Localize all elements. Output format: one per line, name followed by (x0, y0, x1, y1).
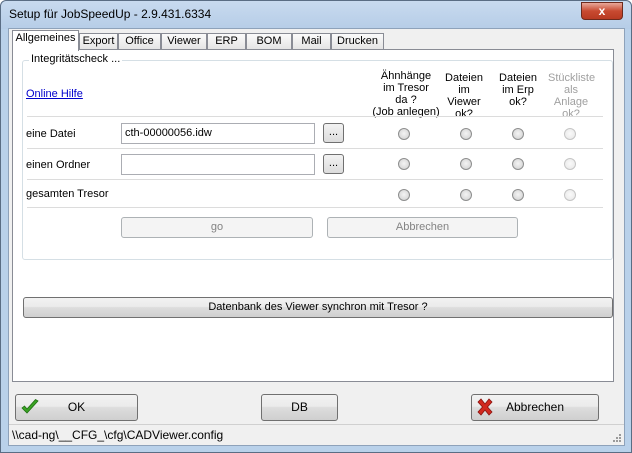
config-path: \\cad-ng\__CFG_\cfg\CADViewer.config (12, 428, 224, 442)
sync-viewer-db-button[interactable]: Datenbank des Viewer synchron mit Tresor… (23, 297, 613, 318)
cancel-button-label: Abbrechen (505, 400, 565, 414)
go-button[interactable]: go (121, 217, 313, 238)
ok-button[interactable]: OK (15, 394, 138, 421)
tab-panel-allgemeines: Integritätscheck ... Online Hilfe Ähnhän… (12, 49, 614, 382)
title-bar[interactable]: Setup für JobSpeedUp - 2.9.431.6334 x (1, 1, 631, 29)
tab-mail[interactable]: Mail (292, 33, 331, 50)
row-separator (27, 148, 603, 149)
db-button-label: DB (291, 400, 308, 414)
ok-button-label: OK (67, 400, 86, 414)
col-head-attachments-text: Ähnhänge im Tresor da ? (Job anlegen) (372, 70, 440, 118)
close-button[interactable]: x (581, 2, 623, 20)
browse-folder-button[interactable]: ... (323, 154, 344, 174)
tab-allgemeines[interactable]: Allgemeines (12, 30, 79, 51)
integrity-check-group: Integritätscheck ... Online Hilfe Ähnhän… (22, 53, 613, 260)
row-separator (27, 207, 603, 208)
col-head-bom: Stückliste als Anlage ok? (548, 72, 596, 120)
col-head-erp: Dateien im Erp ok? (496, 72, 540, 108)
cancel-button[interactable]: Abbrechen (471, 394, 599, 421)
radio-vault-bom (564, 189, 576, 201)
row-separator (27, 116, 603, 117)
col-head-erp-text: Dateien im Erp ok? (499, 72, 537, 108)
tab-bom[interactable]: BOM (246, 33, 292, 50)
tab-office[interactable]: Office (118, 33, 161, 50)
group-label: Integritätscheck ... (29, 53, 123, 65)
radio-vault-attachments[interactable] (398, 189, 410, 201)
radio-file-attachments[interactable] (398, 128, 410, 140)
tab-export[interactable]: Export (79, 33, 118, 50)
col-head-viewer: Dateien im Viewer ok? (444, 72, 484, 120)
folder-input[interactable] (121, 154, 315, 175)
radio-folder-attachments[interactable] (398, 158, 410, 170)
radio-vault-viewer[interactable] (460, 189, 472, 201)
row-separator (27, 179, 603, 180)
tab-viewer[interactable]: Viewer (161, 33, 207, 50)
row-label-folder: einen Ordner (26, 159, 91, 171)
radio-file-erp[interactable] (512, 128, 524, 140)
green-check-icon (21, 398, 39, 414)
window-title: Setup für JobSpeedUp - 2.9.431.6334 (9, 7, 212, 21)
online-help-link[interactable]: Online Hilfe (26, 88, 83, 100)
setup-window: Setup für JobSpeedUp - 2.9.431.6334 x Al… (0, 0, 632, 453)
dialog-client-area: Allgemeines Export Office Viewer ERP BOM… (8, 28, 625, 446)
row-label-file: eine Datei (26, 128, 76, 140)
radio-folder-viewer[interactable] (460, 158, 472, 170)
radio-folder-bom (564, 158, 576, 170)
db-button[interactable]: DB (261, 394, 338, 421)
red-x-icon (477, 398, 493, 416)
col-head-viewer-text: Dateien im Viewer ok? (445, 72, 483, 120)
radio-vault-erp[interactable] (512, 189, 524, 201)
tab-drucken[interactable]: Drucken (331, 33, 384, 50)
browse-file-button[interactable]: ... (323, 123, 344, 143)
radio-folder-erp[interactable] (512, 158, 524, 170)
status-bar: \\cad-ng\__CFG_\cfg\CADViewer.config (9, 424, 624, 445)
col-head-attachments: Ähnhänge im Tresor da ? (Job anlegen) (370, 70, 442, 118)
tab-erp[interactable]: ERP (207, 33, 246, 50)
integrity-cancel-button[interactable]: Abbrechen (327, 217, 518, 238)
row-label-vault: gesamten Tresor (26, 188, 109, 200)
radio-file-viewer[interactable] (460, 128, 472, 140)
radio-file-bom (564, 128, 576, 140)
col-head-bom-text: Stückliste als Anlage ok? (548, 72, 596, 120)
resize-grip-icon[interactable] (612, 433, 622, 443)
file-input[interactable]: cth-00000056.idw (121, 123, 315, 144)
